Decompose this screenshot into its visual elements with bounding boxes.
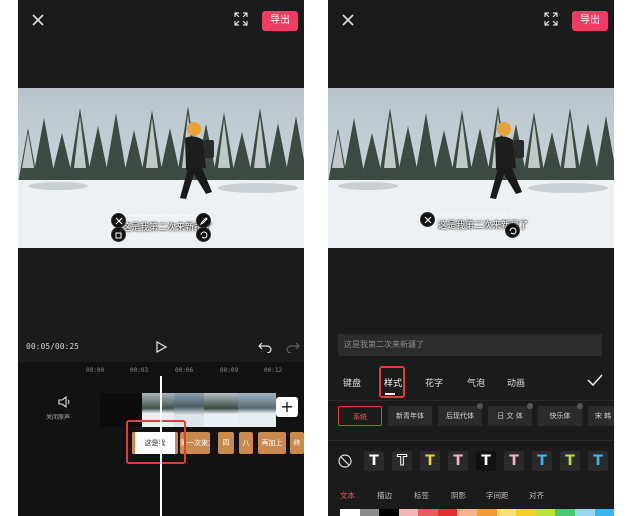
subtab-label[interactable]: 标签 — [414, 490, 429, 501]
close-icon[interactable] — [30, 12, 46, 28]
style-preset[interactable]: T — [588, 451, 608, 471]
style-preset[interactable]: T — [364, 451, 384, 471]
style-preset[interactable]: T — [392, 451, 412, 471]
timecode: 00:05/00:25 — [26, 342, 79, 351]
plus-icon: + — [280, 397, 294, 416]
export-button[interactable]: 导出 — [262, 11, 298, 31]
color-swatch[interactable] — [418, 509, 438, 516]
close-icon — [424, 216, 432, 224]
color-swatch[interactable] — [437, 509, 458, 516]
fullscreen-icon[interactable] — [544, 12, 558, 26]
tick-label: 00:12 — [264, 367, 283, 374]
caption-clip[interactable]: 终 — [290, 432, 304, 454]
pencil-icon — [200, 217, 208, 225]
highlight-box — [379, 366, 405, 398]
tab-keyboard[interactable]: 键盘 — [343, 376, 361, 389]
color-swatch[interactable] — [555, 509, 575, 516]
subtab-letter-spacing[interactable]: 字间距 — [486, 490, 509, 501]
download-icon — [477, 403, 483, 409]
play-icon[interactable] — [155, 341, 167, 353]
editor-screen-timeline: 导出 这是我第二次来新疆了 00:05/00:25 00:00 00:03 00… — [18, 0, 304, 516]
subtab-text[interactable]: 文本 — [340, 490, 355, 501]
subtitle-edit-handle[interactable] — [196, 213, 211, 228]
tick-label: 00:00 — [86, 367, 105, 374]
mute-original-label[interactable]: 关闭原声 — [46, 412, 70, 421]
subtab-shadow[interactable]: 阴影 — [451, 490, 466, 501]
export-button[interactable]: 导出 — [572, 11, 608, 31]
font-option-system[interactable]: 系统 — [338, 406, 382, 426]
color-palette — [340, 509, 614, 516]
tick-label: 00:06 — [175, 367, 194, 374]
color-swatch[interactable] — [574, 509, 595, 516]
undo-icon[interactable] — [258, 341, 272, 353]
highlight-box — [126, 420, 186, 464]
color-swatch[interactable] — [457, 509, 478, 516]
divider — [328, 400, 614, 401]
color-swatch[interactable] — [359, 509, 380, 516]
speaker-icon[interactable] — [58, 396, 72, 408]
timeline-panel: 00:00 00:03 00:06 00:09 00:12 关闭原声 + 这是我… — [18, 362, 304, 516]
top-bar: 导出 — [328, 0, 614, 40]
close-icon[interactable] — [340, 12, 356, 28]
add-clip-button[interactable]: + — [276, 397, 298, 417]
top-bar: 导出 — [18, 0, 304, 40]
color-swatch[interactable] — [535, 509, 556, 516]
color-swatch[interactable] — [379, 509, 399, 516]
rotate-scale-icon — [509, 227, 517, 235]
color-swatch[interactable] — [340, 509, 360, 516]
close-icon — [115, 217, 123, 225]
style-subtabs: 文本 描边 标签 阴影 字间距 对齐 — [328, 490, 614, 504]
color-swatch[interactable] — [398, 509, 419, 516]
subtitle-copy-handle[interactable] — [111, 227, 126, 242]
copy-icon — [115, 232, 122, 239]
subtitle-text[interactable]: 这是我第二次来新疆了 — [122, 220, 262, 233]
video-thumbnail — [204, 393, 238, 427]
tick-label: 00:09 — [220, 367, 239, 374]
subtitle-delete-handle[interactable] — [420, 212, 435, 227]
caption-clip[interactable]: 八 — [239, 432, 253, 454]
download-icon — [577, 403, 583, 409]
color-swatch[interactable] — [496, 509, 517, 516]
subtitle-delete-handle[interactable] — [111, 213, 126, 228]
tab-animation[interactable]: 动画 — [507, 376, 525, 389]
divider — [328, 440, 614, 441]
font-option[interactable]: 日 文 体 — [488, 406, 532, 426]
subtitle-rotate-handle[interactable] — [505, 223, 520, 238]
style-preset[interactable]: T — [420, 451, 440, 471]
text-style-presets: T T T T T T T T T — [338, 450, 614, 474]
tab-fancy-text[interactable]: 花字 — [425, 376, 443, 389]
editor-screen-text-style: 导出 这是我第二次来新疆了 这是我第二次来新疆了 键盘 样式 花字 气泡 动画 … — [328, 0, 614, 516]
subtitle-rotate-handle[interactable] — [196, 227, 211, 242]
fullscreen-icon[interactable] — [234, 12, 248, 26]
style-preset[interactable]: T — [532, 451, 552, 471]
font-option[interactable]: 新青年体 — [388, 406, 432, 426]
no-style-icon[interactable] — [338, 454, 352, 468]
video-thumbnail — [238, 393, 276, 427]
font-option[interactable]: 后现代体 — [438, 406, 482, 426]
download-icon — [527, 403, 533, 409]
font-list: 系统 新青年体 后现代体 日 文 体 快乐体 宋 韩 — [338, 403, 614, 428]
caption-clip[interactable]: 四 — [218, 432, 234, 454]
tab-bubble[interactable]: 气泡 — [467, 376, 485, 389]
rotate-scale-icon — [200, 231, 208, 239]
color-swatch[interactable] — [594, 509, 614, 516]
tick-label: 00:03 — [130, 367, 149, 374]
color-swatch[interactable] — [516, 509, 536, 516]
caption-clip[interactable]: 再加上 — [258, 432, 286, 454]
style-preset[interactable]: T — [560, 451, 580, 471]
font-option[interactable]: 宋 韩 — [588, 406, 614, 426]
caption-text-input[interactable]: 这是我第二次来新疆了 — [338, 334, 602, 356]
subtab-stroke[interactable]: 描边 — [377, 490, 392, 501]
color-swatch[interactable] — [477, 509, 497, 516]
playhead[interactable] — [160, 376, 162, 516]
style-preset[interactable]: T — [448, 451, 468, 471]
style-preset[interactable]: T — [504, 451, 524, 471]
subtab-align[interactable]: 对齐 — [529, 490, 544, 501]
text-edit-tabs: 键盘 样式 花字 气泡 动画 — [328, 372, 614, 392]
redo-icon[interactable] — [286, 341, 300, 353]
style-preset[interactable]: T — [476, 451, 496, 471]
font-option[interactable]: 快乐体 — [538, 406, 582, 426]
check-icon[interactable] — [587, 374, 603, 386]
